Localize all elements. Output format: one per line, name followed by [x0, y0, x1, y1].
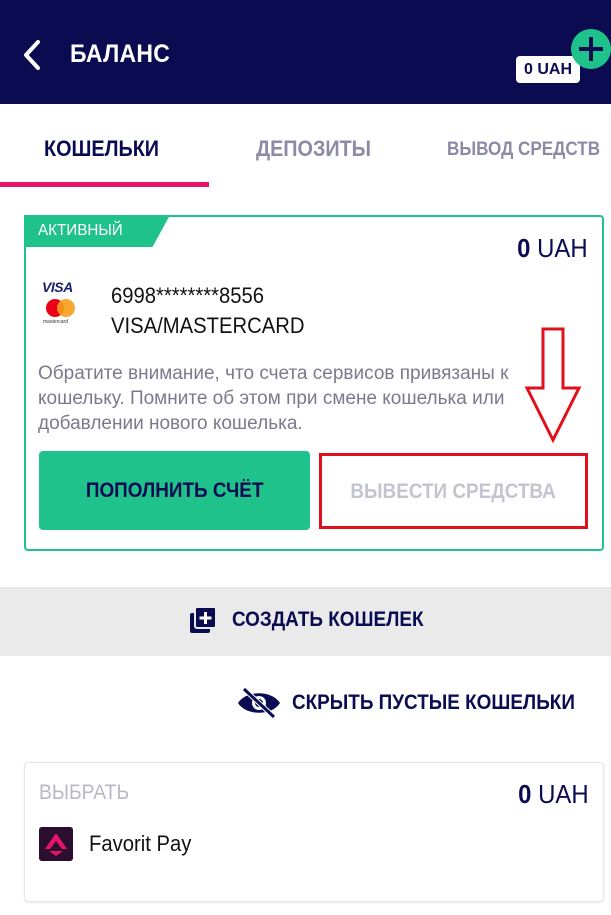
wallet-amount: 0 UAH	[518, 233, 588, 264]
deposit-button-label: ПОПОЛНИТЬ СЧЁТ	[85, 478, 264, 502]
back-arrow-icon[interactable]	[18, 38, 46, 72]
page-title: БАЛАНС	[70, 40, 171, 68]
wallet2-currency: UAH	[538, 779, 589, 809]
wallet2-amount-value: 0	[518, 779, 532, 809]
tab-withdrawal[interactable]: ВЫВОД СРЕДСТВ	[447, 139, 600, 161]
wallet-card-favorit-pay[interactable]: ВЫБРАТЬ 0 UAH Favorit Pay	[24, 762, 604, 902]
eye-off-icon	[238, 687, 280, 719]
tab-wallets[interactable]: КОШЕЛЬКИ	[44, 136, 159, 162]
annotation-highlight-box	[319, 453, 588, 529]
create-wallet-button[interactable]: СОЗДАТЬ КОШЕЛЕК	[0, 587, 611, 656]
hide-empty-wallets-toggle[interactable]: СКРЫТЬ ПУСТЫЕ КОШЕЛЬКИ	[236, 684, 606, 724]
status-badge: АКТИВНЫЙ	[24, 215, 170, 247]
add-box-icon	[190, 607, 216, 633]
tab-deposits[interactable]: ДЕПОЗИТЫ	[256, 136, 371, 162]
favorit-pay-logo-icon	[39, 827, 73, 861]
mastercard-yellow-circle	[57, 299, 75, 317]
status-badge-label: АКТИВНЫЙ	[38, 222, 123, 239]
add-funds-plus-icon[interactable]	[571, 29, 611, 69]
wallet-notice-text: Обратите внимание, что счета сервисов пр…	[38, 363, 509, 434]
deposit-button[interactable]: ПОПОЛНИТЬ СЧЁТ	[39, 451, 310, 530]
hide-empty-wallets-label: СКРЫТЬ ПУСТЫЕ КОШЕЛЬКИ	[292, 691, 575, 714]
select-wallet-link[interactable]: ВЫБРАТЬ	[39, 781, 129, 805]
active-tab-indicator	[0, 182, 209, 187]
mastercard-brand-text: mastercard	[43, 319, 69, 325]
balance-badge[interactable]: 0 UAH	[516, 56, 581, 83]
visa-mastercard-logo-icon: VISA mastercard	[40, 279, 86, 329]
annotation-arrow-down-icon	[524, 327, 582, 444]
wallet-amount-value: 0	[517, 233, 531, 263]
card-number: 6998********8556	[111, 283, 265, 308]
wallet-currency: UAH	[537, 233, 588, 263]
app-header: БАЛАНС 0 UAH	[0, 0, 611, 104]
wallet2-amount: 0 UAH	[519, 779, 589, 810]
tab-bar: КОШЕЛЬКИ ДЕПОЗИТЫ ВЫВОД СРЕДСТВ	[0, 104, 611, 190]
create-wallet-label: СОЗДАТЬ КОШЕЛЕК	[232, 608, 424, 631]
visa-brand-text: VISA	[42, 279, 73, 295]
wallet2-name: Favorit Pay	[89, 831, 192, 856]
card-type: VISA/MASTERCARD	[111, 313, 305, 338]
